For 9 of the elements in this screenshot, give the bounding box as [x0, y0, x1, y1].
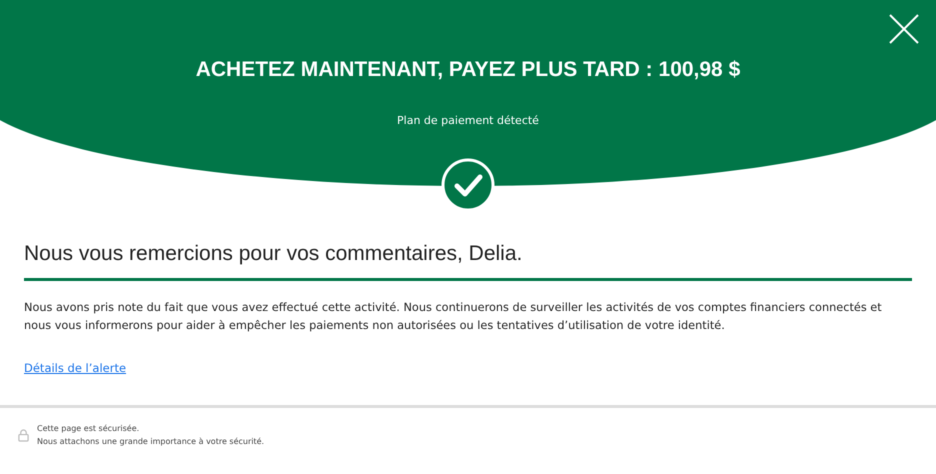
lock-icon [18, 428, 29, 442]
close-button[interactable] [888, 13, 920, 45]
security-note: Cette page est sécurisée. [37, 423, 140, 435]
header-subtitle: Plan de paiement détecté [397, 114, 539, 127]
header-title: ACHETEZ MAINTENANT, PAYEZ PLUS TARD : 100,98 $ [196, 58, 740, 82]
security-note: Nous attachons une grande importance à votre sécurité. [37, 436, 264, 448]
message-text: Nous avons pris note du fait que vous avez effectué cette activité. Nous continuerons de surveiller les activités de vos comptes financiers connectés et nous vous informerons pour aider à empêcher les paiements non autorisées ou les tentatives d’utilisation de votre identité. [24, 300, 883, 334]
alert-details-link[interactable]: Détails de l’alerte [24, 361, 126, 375]
heading: Nous vous remercions pour vos commentaires, Delia. [24, 242, 524, 266]
